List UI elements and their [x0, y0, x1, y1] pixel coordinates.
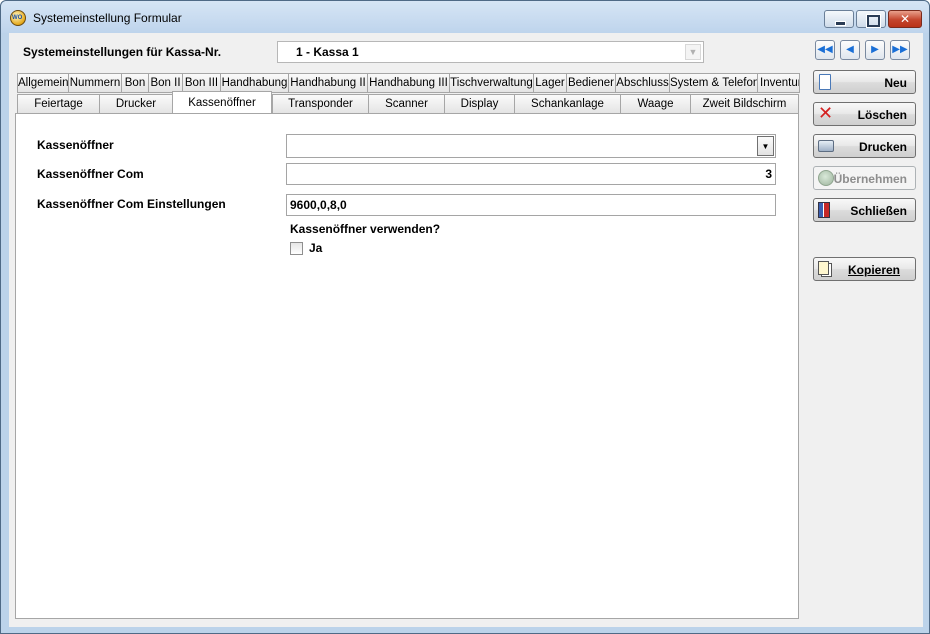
com-settings-label: Kassenöffner Com Einstellungen: [37, 197, 226, 211]
tab-abschluss[interactable]: Abschluss: [615, 73, 669, 93]
tab-transponder[interactable]: Transponder: [272, 94, 368, 114]
tab-lager[interactable]: Lager: [533, 73, 566, 93]
minimize-button[interactable]: [824, 10, 854, 28]
tab-row-1: Allgemein Nummern Bon Bon II Bon III Han…: [17, 73, 800, 93]
application-window: Systemeinstellung Formular Systemeinstel…: [0, 0, 930, 634]
use-kassenoeffner-question: Kassenöffner verwenden?: [290, 222, 441, 236]
printer-icon: [818, 140, 834, 152]
apply-button-label: Übernehmen: [833, 172, 907, 186]
new-document-icon: [819, 74, 831, 90]
tab-handhabung-2[interactable]: Handhabung II: [288, 73, 367, 93]
kassa-label: Systemeinstellungen für Kassa-Nr.: [23, 45, 222, 59]
chevron-down-icon[interactable]: ▼: [685, 44, 701, 60]
delete-x-icon: ✕: [818, 103, 834, 123]
tab-row-2: Feiertage Drucker Kassenöffner Transpond…: [17, 91, 799, 114]
apply-check-icon: [818, 170, 834, 186]
kassa-select-value: 1 - Kassa 1: [296, 45, 359, 59]
print-button-label: Drucken: [858, 140, 907, 154]
tab-allgemein[interactable]: Allgemein: [17, 73, 68, 93]
tab-scanner[interactable]: Scanner: [368, 94, 444, 114]
tab-inventur[interactable]: Inventur: [757, 73, 800, 93]
tab-handhabung[interactable]: Handhabung: [220, 73, 288, 93]
tab-schankanlage[interactable]: Schankanlage: [514, 94, 620, 114]
tab-bon-3[interactable]: Bon III: [182, 73, 220, 93]
tab-kassenoeffner[interactable]: Kassenöffner: [172, 91, 272, 114]
title-bar[interactable]: Systemeinstellung Formular: [1, 1, 929, 33]
com-label: Kassenöffner Com: [37, 167, 144, 181]
new-button[interactable]: Neu: [813, 70, 916, 94]
print-button[interactable]: Drucken: [813, 134, 916, 158]
form-client-area: Systemeinstellungen für Kassa-Nr. 1 - Ka…: [9, 33, 923, 627]
kassenoeffner-label: Kassenöffner: [37, 138, 114, 152]
tab-bon-2[interactable]: Bon II: [148, 73, 182, 93]
close-window-button[interactable]: [888, 10, 922, 28]
tab-panel-kassenoeffner: Kassenöffner ▼ Kassenöffner Com 3 Kassen…: [15, 113, 799, 619]
tab-display[interactable]: Display: [444, 94, 514, 114]
app-logo-icon: [10, 10, 26, 26]
previous-record-icon[interactable]: ◀: [840, 40, 860, 60]
tab-system-telefon[interactable]: System & Telefon: [669, 73, 757, 93]
exit-door-icon: [818, 202, 830, 218]
window-title: Systemeinstellung Formular: [33, 11, 182, 25]
use-kassenoeffner-checkbox[interactable]: [290, 242, 303, 255]
tab-handhabung-3[interactable]: Handhabung III: [367, 73, 449, 93]
tab-drucker[interactable]: Drucker: [99, 94, 172, 114]
close-button-label: Schließen: [850, 204, 907, 218]
apply-button[interactable]: Übernehmen: [813, 166, 916, 190]
kassa-select[interactable]: 1 - Kassa 1 ▼: [277, 41, 704, 63]
tab-feiertage[interactable]: Feiertage: [17, 94, 99, 114]
delete-button-label: Löschen: [857, 108, 907, 122]
com-settings-input[interactable]: 9600,0,8,0: [286, 194, 776, 216]
next-record-icon[interactable]: ▶: [865, 40, 885, 60]
kassenoeffner-select[interactable]: ▼: [286, 134, 776, 158]
chevron-down-icon[interactable]: ▼: [757, 136, 774, 156]
first-record-icon[interactable]: ◀◀: [815, 40, 835, 60]
copy-button[interactable]: Kopieren: [813, 257, 916, 281]
close-button[interactable]: Schließen: [813, 198, 916, 222]
last-record-icon[interactable]: ▶▶: [890, 40, 910, 60]
com-input[interactable]: 3: [286, 163, 776, 185]
copy-button-label: Kopieren: [848, 263, 901, 277]
tab-bon[interactable]: Bon: [121, 73, 148, 93]
use-kassenoeffner-checkbox-label[interactable]: Ja: [309, 241, 322, 255]
delete-button[interactable]: ✕ Löschen: [813, 102, 916, 126]
tab-waage[interactable]: Waage: [620, 94, 690, 114]
tab-zweit-bildschirm[interactable]: Zweit Bildschirm: [690, 94, 799, 114]
maximize-button[interactable]: [856, 10, 886, 28]
tab-nummern[interactable]: Nummern: [68, 73, 121, 93]
tab-bediener[interactable]: Bediener: [566, 73, 615, 93]
new-button-label: Neu: [884, 76, 907, 90]
copy-icon: [818, 261, 829, 275]
tab-tischverwaltung[interactable]: Tischverwaltung: [449, 73, 533, 93]
